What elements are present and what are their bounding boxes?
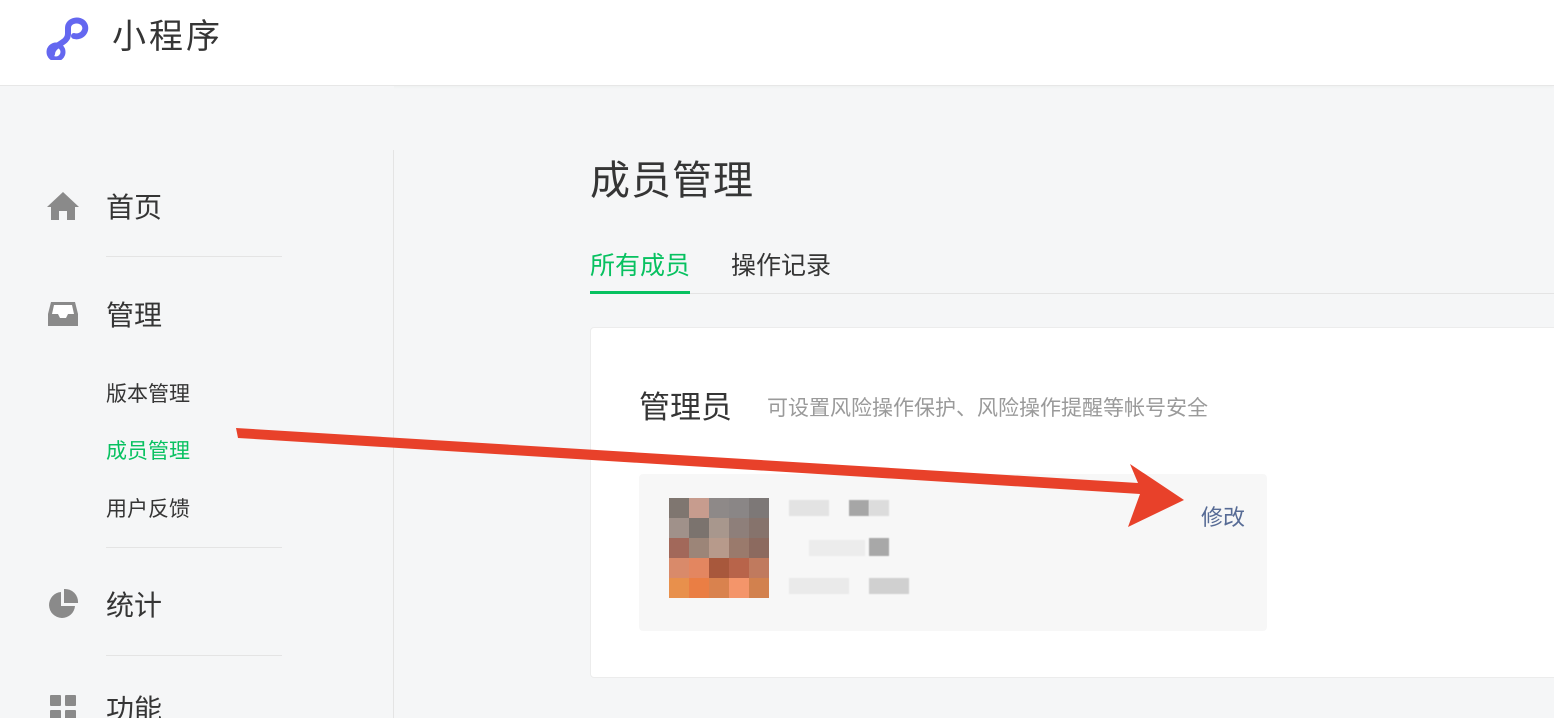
top-bar: 小程序 — [0, 0, 1554, 86]
sidebar-item-label: 功能 — [106, 693, 163, 718]
divider — [106, 256, 282, 257]
edit-admin-link[interactable]: 修改 — [1201, 500, 1245, 532]
sidebar-item-label: 统计 — [106, 589, 163, 622]
mini-program-logo-icon[interactable] — [46, 14, 100, 60]
sidebar-subitem-version[interactable]: 版本管理 — [106, 378, 190, 408]
sidebar-item-label: 首页 — [106, 191, 163, 224]
tab-all-members[interactable]: 所有成员 — [590, 246, 691, 294]
tab-operation-log[interactable]: 操作记录 — [731, 246, 831, 294]
inbox-icon — [46, 297, 80, 331]
divider — [106, 655, 282, 656]
app-name: 小程序 — [112, 17, 223, 57]
tab-bar: 所有成员 操作记录 — [590, 246, 1554, 294]
home-icon — [46, 189, 80, 223]
admin-card-description: 可设置风险操作保护、风险操作提醒等帐号安全 — [767, 396, 1208, 420]
pie-chart-icon — [46, 587, 80, 621]
sidebar-item-label: 管理 — [106, 299, 163, 332]
sidebar-item-manage[interactable]: 管理 — [46, 292, 306, 336]
divider — [106, 547, 282, 548]
page-title: 成员管理 — [590, 158, 754, 204]
grid-icon — [46, 691, 80, 718]
admin-card-title: 管理员 — [639, 390, 732, 426]
admin-entry: 修改 — [639, 474, 1267, 631]
avatar — [669, 498, 769, 598]
sidebar-item-home[interactable]: 首页 — [46, 184, 306, 228]
sidebar-item-stats[interactable]: 统计 — [46, 582, 306, 626]
sidebar-subitem-members[interactable]: 成员管理 — [106, 435, 190, 465]
sidebar-item-features[interactable]: 功能 — [46, 686, 306, 718]
sidebar: 首页 管理 版本管理 成员管理 用户反馈 统计 功能 — [0, 86, 394, 718]
admin-card: 管理员 可设置风险操作保护、风险操作提醒等帐号安全 修改 — [590, 327, 1554, 678]
sidebar-subitem-feedback[interactable]: 用户反馈 — [106, 493, 190, 523]
